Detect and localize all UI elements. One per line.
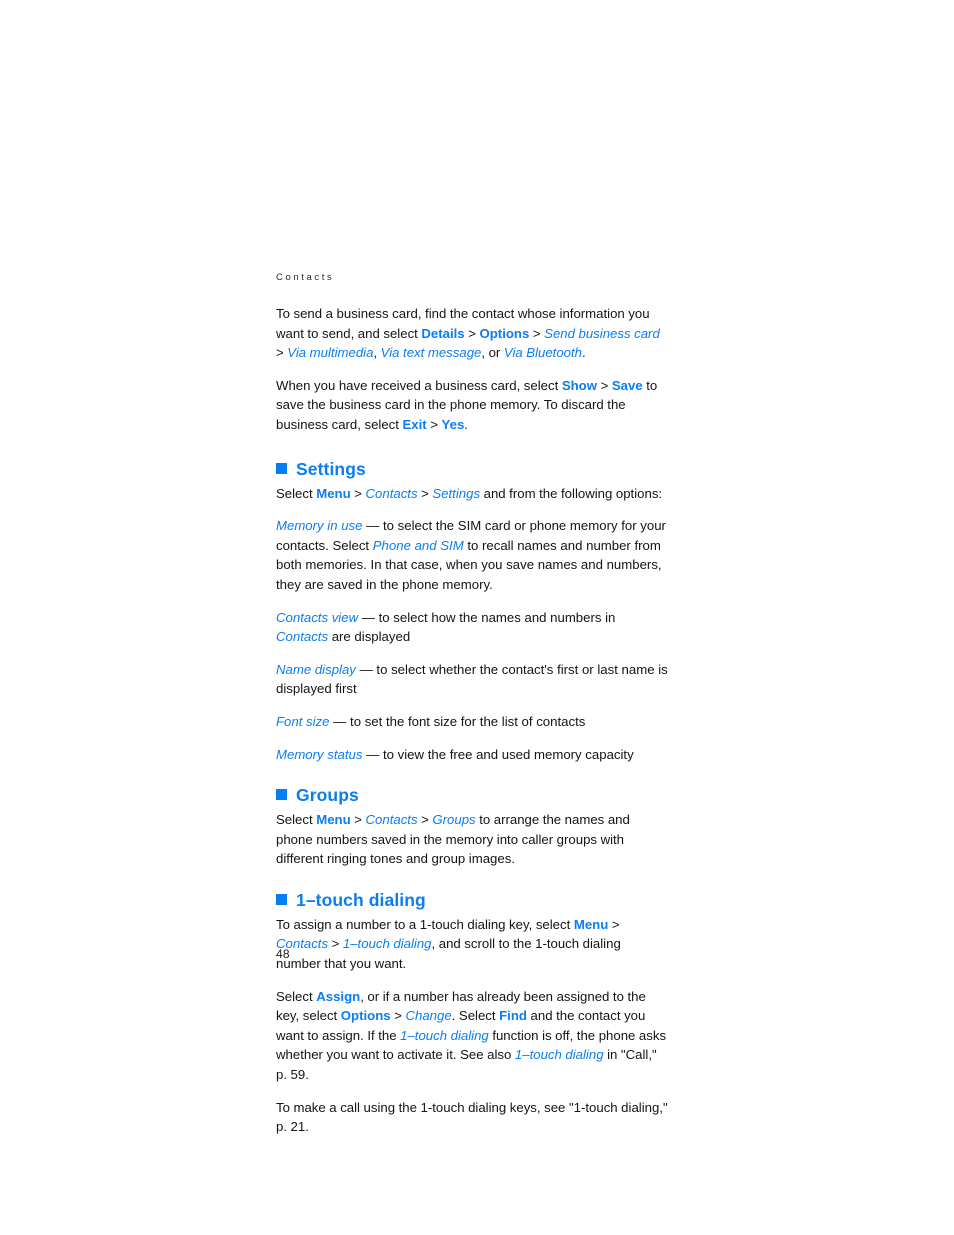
ui-term-details: Details: [421, 325, 465, 341]
text-fragment: .: [582, 345, 586, 361]
ui-term-one-touch-dialing: 1–touch dialing: [400, 1027, 489, 1043]
separator: >: [417, 485, 433, 501]
text-fragment: , or: [481, 345, 504, 361]
page-number: 48: [276, 947, 290, 961]
section-heading-one-touch-dialing: 1–touch dialing: [276, 889, 668, 911]
option-description: to set the font size for the list of con…: [350, 713, 586, 729]
ui-term-via-text-message: Via text message: [380, 345, 482, 361]
paragraph-groups: Select Menu > Contacts > Groups to arran…: [276, 810, 668, 869]
separator: >: [426, 416, 442, 432]
setting-option-name-display: Name display — to select whether the con…: [276, 660, 668, 699]
running-head: Contacts: [276, 272, 335, 283]
square-bullet-icon: [276, 893, 287, 905]
text-fragment: Select: [276, 812, 317, 828]
paragraph-select-assign: Select Assign, or if a number has alread…: [276, 987, 668, 1085]
paragraph-assign-number: To assign a number to a 1-touch dialing …: [276, 915, 668, 974]
separator: >: [276, 345, 288, 361]
paragraph-send-business-card: To send a business card, find the contac…: [276, 304, 668, 363]
option-name: Font size: [276, 713, 330, 729]
text-fragment: and from the following options:: [480, 485, 663, 501]
separator: >: [464, 325, 480, 341]
text-fragment: When you have received a business card, …: [276, 377, 562, 393]
setting-option-memory-status: Memory status — to view the free and use…: [276, 745, 668, 765]
em-dash: —: [362, 518, 383, 534]
text-fragment: Select: [276, 988, 317, 1004]
ui-term-one-touch-dialing: 1–touch dialing: [342, 936, 432, 952]
option-description: to view the free and used memory capacit…: [383, 746, 634, 762]
ui-term-find: Find: [499, 1008, 527, 1024]
document-page: Contacts To send a business card, find t…: [0, 0, 954, 1235]
option-name: Memory status: [276, 746, 363, 762]
ui-term-menu: Menu: [316, 485, 351, 501]
paragraph-settings-intro: Select Menu > Contacts > Settings and fr…: [276, 484, 668, 504]
text-fragment: Select: [276, 485, 317, 501]
ui-term-via-multimedia: Via multimedia: [287, 345, 374, 361]
ui-term-menu: Menu: [573, 916, 609, 932]
option-description: to select how the names and numbers in: [378, 609, 616, 625]
ui-term-show: Show: [561, 377, 597, 393]
separator: >: [390, 1008, 406, 1024]
paragraph-received-business-card: When you have received a business card, …: [276, 376, 668, 435]
separator: >: [350, 485, 366, 501]
option-name: Contacts view: [276, 609, 359, 625]
heading-text: 1–touch dialing: [296, 889, 426, 910]
text-fragment: ,: [373, 345, 381, 361]
ui-term-save: Save: [611, 377, 643, 393]
em-dash: —: [362, 746, 383, 762]
separator: >: [417, 812, 433, 828]
option-name: Name display: [276, 661, 356, 677]
em-dash: —: [355, 661, 377, 677]
paragraph-make-a-call: To make a call using the 1-touch dialing…: [276, 1099, 668, 1135]
ui-term-one-touch-dialing-ref: 1–touch dialing: [514, 1047, 604, 1063]
separator: >: [597, 377, 612, 393]
section-one-touch-dialing: 1–touch dialing To assign a number to a …: [276, 889, 668, 1137]
ui-term-phone-and-sim: Phone and SIM: [372, 537, 464, 553]
ui-term-settings: Settings: [432, 485, 481, 501]
setting-option-font-size: Font size — to set the font size for the…: [276, 712, 668, 732]
option-name: Memory in use: [276, 518, 363, 534]
section-heading-settings: Settings: [276, 458, 668, 480]
em-dash: —: [358, 609, 379, 625]
square-bullet-icon: [276, 462, 287, 474]
ui-term-change: Change: [405, 1008, 452, 1024]
ui-term-groups: Groups: [432, 812, 476, 828]
ui-term-options: Options: [479, 325, 530, 341]
text-fragment: To assign a number to a 1-touch dialing …: [276, 916, 574, 932]
text-fragment: .: [464, 416, 468, 432]
ui-term-options: Options: [340, 1008, 391, 1024]
setting-option-contacts-view: Contacts view — to select how the names …: [276, 608, 668, 647]
square-bullet-icon: [276, 789, 287, 801]
em-dash: —: [329, 713, 351, 729]
section-settings: Settings Select Menu > Contacts > Settin…: [276, 458, 668, 765]
setting-option-memory-in-use: Memory in use — to select the SIM card o…: [276, 516, 668, 594]
ui-term-contacts: Contacts: [365, 812, 418, 828]
separator: >: [529, 325, 545, 341]
ui-term-exit: Exit: [402, 416, 427, 432]
ui-term-send-business-card: Send business card: [544, 325, 660, 341]
section-heading-groups: Groups: [276, 784, 668, 806]
section-groups: Groups Select Menu > Contacts > Groups t…: [276, 784, 668, 869]
ui-term-yes: Yes: [441, 416, 465, 432]
separator: >: [608, 916, 620, 932]
separator: >: [350, 812, 366, 828]
ui-term-assign: Assign: [316, 988, 361, 1004]
separator: >: [328, 936, 343, 952]
ui-term-menu: Menu: [316, 812, 351, 828]
ui-term-contacts: Contacts: [365, 485, 418, 501]
page-content: Contacts To send a business card, find t…: [276, 272, 668, 1150]
heading-text: Settings: [296, 458, 366, 479]
text-fragment: . Select: [451, 1008, 500, 1024]
option-description-cont: are displayed: [328, 629, 411, 645]
ui-term-via-bluetooth: Via Bluetooth: [503, 345, 583, 361]
ui-term-contacts: Contacts: [276, 629, 329, 645]
heading-text: Groups: [296, 785, 359, 806]
